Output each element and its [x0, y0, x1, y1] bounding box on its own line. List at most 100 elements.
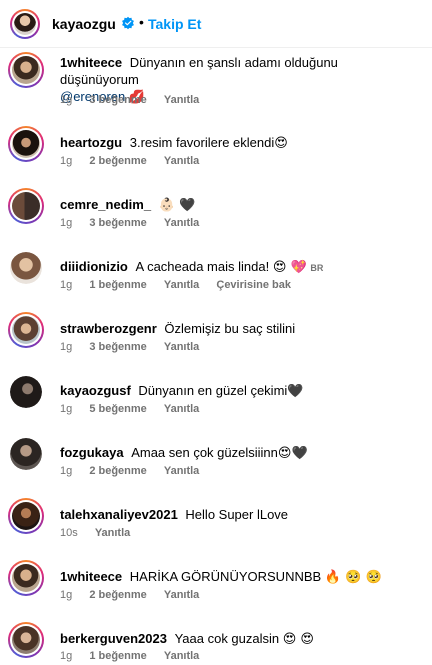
- comment-emoji: 🖤: [287, 384, 304, 399]
- comment-time: 1g: [60, 279, 73, 291]
- comment-meta: 1g 2 beğenme Yanıtla: [60, 155, 213, 167]
- comment-username[interactable]: berkerguven2023: [60, 631, 171, 646]
- reply-button[interactable]: Yanıtla: [164, 217, 199, 229]
- comment-item: heartozgu 3.resim favorilere eklendi😍 1g…: [0, 126, 432, 188]
- commenter-avatar[interactable]: [8, 126, 44, 162]
- commenter-avatar[interactable]: [10, 376, 42, 408]
- comment-item: diiidionizio A cacheada mais linda! 😍 💖 …: [0, 250, 432, 312]
- comment-username[interactable]: fozgukaya: [60, 445, 127, 460]
- reply-button[interactable]: Yanıtla: [164, 94, 199, 106]
- comment-item: berkerguven2023 Yaaa cok guzalsin 😍 😍 1g…: [0, 622, 432, 665]
- comment-text: cemre_nedim_ 👶🏻 🖤: [60, 196, 420, 214]
- comment-likes[interactable]: 1 beğenme: [89, 279, 146, 291]
- author-username[interactable]: kayaozgu: [52, 16, 116, 32]
- comment-time: 1g: [60, 217, 73, 229]
- commenter-avatar[interactable]: [8, 622, 44, 658]
- comment-username[interactable]: diiidionizio: [60, 259, 132, 274]
- comment-item: fozgukaya Amaa sen çok güzelsiiinn😍🖤 1g …: [0, 436, 432, 498]
- comment-meta: 1g 3 beğenme Yanıtla: [60, 94, 213, 106]
- author-avatar[interactable]: [10, 9, 40, 39]
- comment-body: Amaa sen çok güzelsiiinn: [131, 445, 278, 460]
- reply-button[interactable]: Yanıtla: [164, 650, 199, 662]
- comment-username[interactable]: cemre_nedim_: [60, 197, 155, 212]
- comment-emoji: 😍 💖: [272, 260, 307, 275]
- comment-body: Hello Super lLove: [185, 507, 289, 522]
- comment-body: Yaaa cok guzalsin: [174, 631, 280, 646]
- translate-button[interactable]: Çevirisine bak: [216, 279, 291, 291]
- comment-item: 1whiteece HARİKA GÖRÜNÜYORSUNNBB 🔥 🥺 🥺 1…: [0, 560, 432, 622]
- comment-username[interactable]: strawberozgenr: [60, 321, 160, 336]
- comment-username[interactable]: 1whiteece: [60, 569, 126, 584]
- comment-emoji: 👶🏻 🖤: [158, 198, 196, 213]
- commenter-avatar[interactable]: [8, 188, 44, 224]
- comment-likes[interactable]: 5 beğenme: [89, 403, 146, 415]
- comment-time: 1g: [60, 650, 73, 662]
- comment-item: 1whiteece Dünyanın en şanslı adamı olduğ…: [0, 46, 432, 108]
- comment-likes[interactable]: 2 beğenme: [89, 589, 146, 601]
- country-badge: BR: [310, 263, 324, 273]
- comment-username[interactable]: kayaozgusf: [60, 383, 134, 398]
- comment-body: 3.resim favorilere eklendi: [129, 135, 275, 150]
- comment-likes[interactable]: 3 beğenme: [89, 217, 146, 229]
- separator-dot: •: [139, 14, 144, 30]
- comment-likes[interactable]: 2 beğenme: [89, 465, 146, 477]
- comment-meta: 1g 3 beğenme Yanıtla: [60, 341, 213, 353]
- comment-body: Özlemişiz bu saç stilini: [164, 321, 296, 336]
- comment-username[interactable]: heartozgu: [60, 135, 126, 150]
- reply-button[interactable]: Yanıtla: [164, 403, 199, 415]
- verified-badge-icon: [122, 16, 134, 30]
- comment-meta: 10s Yanıtla: [60, 527, 144, 539]
- comment-emoji: 😍: [274, 136, 288, 151]
- comment-time: 10s: [60, 527, 78, 539]
- comment-likes[interactable]: 3 beğenme: [89, 94, 146, 106]
- comment-likes[interactable]: 2 beğenme: [89, 155, 146, 167]
- reply-button[interactable]: Yanıtla: [164, 155, 199, 167]
- comment-item: kayaozgusf Dünyanın en güzel çekimi🖤 1g …: [0, 374, 432, 436]
- commenter-avatar[interactable]: [8, 52, 44, 88]
- commenter-avatar[interactable]: [8, 560, 44, 596]
- comment-username[interactable]: talehxanaliyev2021: [60, 507, 181, 522]
- follow-button[interactable]: Takip Et: [148, 16, 201, 32]
- comment-text: strawberozgenr Özlemişiz bu saç stilini: [60, 320, 420, 337]
- comment-text: heartozgu 3.resim favorilere eklendi😍: [60, 134, 420, 152]
- comment-body: A cacheada mais linda!: [135, 259, 270, 274]
- comment-meta: 1g 1 beğenme Yanıtla Çevirisine bak: [60, 279, 305, 291]
- comment-item: cemre_nedim_ 👶🏻 🖤 1g 3 beğenme Yanıtla: [0, 188, 432, 250]
- comment-body: Dünyanın en güzel çekimi: [138, 383, 288, 398]
- reply-button[interactable]: Yanıtla: [164, 279, 199, 291]
- commenter-avatar[interactable]: [8, 312, 44, 348]
- comment-time: 1g: [60, 589, 73, 601]
- reply-button[interactable]: Yanıtla: [164, 341, 199, 353]
- reply-button[interactable]: Yanıtla: [164, 589, 199, 601]
- comment-likes[interactable]: 3 beğenme: [89, 341, 146, 353]
- comment-time: 1g: [60, 341, 73, 353]
- comment-meta: 1g 3 beğenme Yanıtla: [60, 217, 213, 229]
- comment-body: HARİKA GÖRÜNÜYORSUNNBB: [129, 569, 322, 584]
- comment-time: 1g: [60, 94, 73, 106]
- commenter-avatar[interactable]: [10, 438, 42, 470]
- comment-username[interactable]: 1whiteece: [60, 55, 126, 70]
- commenter-avatar[interactable]: [10, 252, 42, 284]
- comment-likes[interactable]: 1 beğenme: [89, 650, 146, 662]
- comment-text: diiidionizio A cacheada mais linda! 😍 💖 …: [60, 258, 420, 277]
- comment-meta: 1g 5 beğenme Yanıtla: [60, 403, 213, 415]
- comment-meta: 1g 2 beğenme Yanıtla: [60, 465, 213, 477]
- comment-text: talehxanaliyev2021 Hello Super lLove: [60, 506, 420, 523]
- comment-text: kayaozgusf Dünyanın en güzel çekimi🖤: [60, 382, 420, 400]
- post-header: kayaozgu • Takip Et: [0, 0, 432, 48]
- reply-button[interactable]: Yanıtla: [164, 465, 199, 477]
- commenter-avatar[interactable]: [8, 498, 44, 534]
- comment-emoji: 🔥 🥺 🥺: [324, 570, 382, 585]
- comment-item: strawberozgenr Özlemişiz bu saç stilini …: [0, 312, 432, 374]
- comment-time: 1g: [60, 155, 73, 167]
- comment-text: 1whiteece HARİKA GÖRÜNÜYORSUNNBB 🔥 🥺 🥺: [60, 568, 420, 586]
- comment-text: berkerguven2023 Yaaa cok guzalsin 😍 😍: [60, 630, 420, 648]
- comment-time: 1g: [60, 465, 73, 477]
- comment-text: fozgukaya Amaa sen çok güzelsiiinn😍🖤: [60, 444, 420, 462]
- comment-emoji: 😍 😍: [282, 632, 314, 647]
- comment-time: 1g: [60, 403, 73, 415]
- comment-meta: 1g 2 beğenme Yanıtla: [60, 589, 213, 601]
- comment-emoji: 😍🖤: [277, 446, 308, 461]
- reply-button[interactable]: Yanıtla: [95, 527, 130, 539]
- comment-meta: 1g 1 beğenme Yanıtla: [60, 650, 213, 662]
